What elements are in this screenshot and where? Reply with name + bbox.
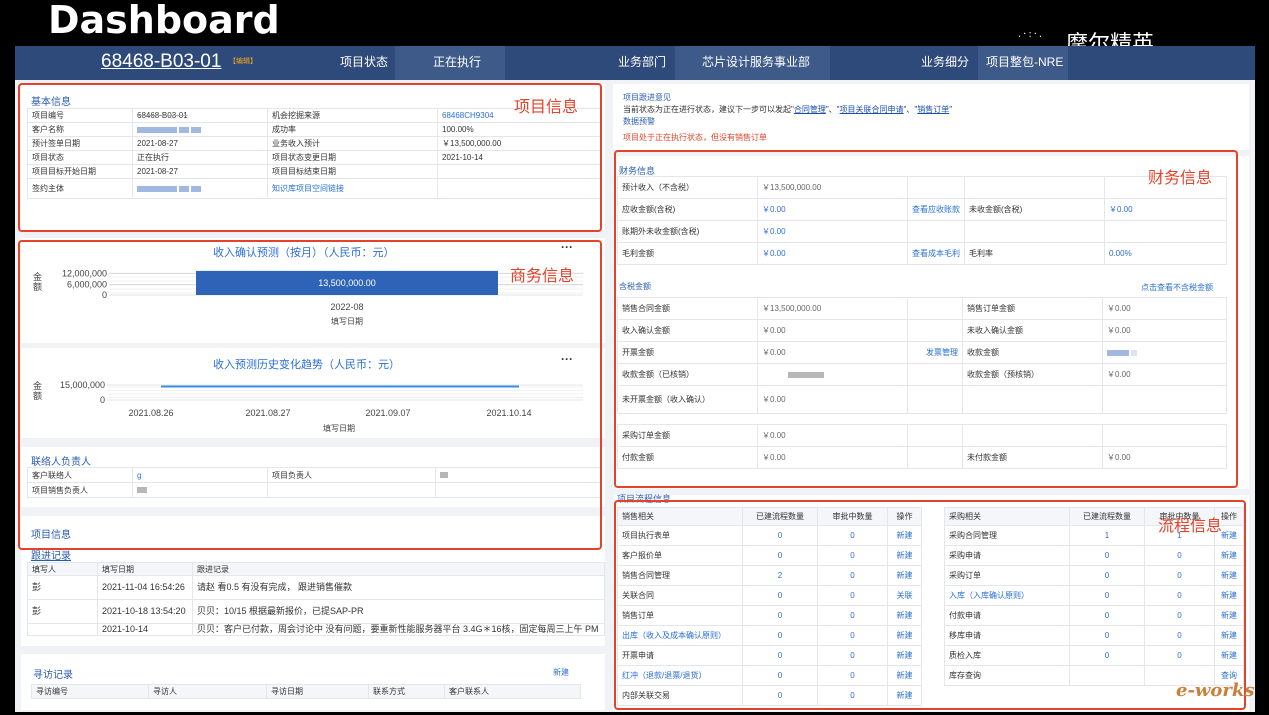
followup-header: 跟进记录 xyxy=(192,562,605,576)
visits-header: 客户联系人 xyxy=(444,684,581,699)
sub-label: 业务细分 xyxy=(921,55,970,69)
warn-title: 数据预警 xyxy=(623,117,655,126)
followup-row: 2021-10-14 贝贝：客户已付款，周会讨论中 没有问题，要重新性能服务器平台… xyxy=(27,623,605,636)
visits-table: 寻访编号 寻访人 寻访日期 联系方式 客户联系人 xyxy=(31,684,581,699)
followup-cell: 请赵 看0.5 有没有完成， 跟进销售催款 xyxy=(192,575,605,600)
contract-link[interactable]: 合同管理 xyxy=(794,105,826,114)
followup-cell: 彭 xyxy=(27,575,98,600)
logo-dots-icon: .·:·. xyxy=(1018,30,1045,40)
visits-new-button[interactable]: 新建 xyxy=(553,667,569,678)
related-contract-link[interactable]: 项目关联合同申请 xyxy=(840,105,904,114)
followup-header: 填写人 xyxy=(27,562,98,576)
business-info-annotation: 商务信息 xyxy=(510,266,575,285)
process-info-annotation: 流程信息 xyxy=(1158,516,1223,535)
followup-cell: 2021-11-04 16:54:26 xyxy=(97,575,193,600)
page-title: Dashboard xyxy=(48,0,280,42)
progress-panel: 项目跟进意见 当前状态为正在进行状态，建议下一步可以发起"合同管理"、"项目关联… xyxy=(613,84,1249,150)
followup-row: 彭 2021-11-04 16:54:26 请赵 看0.5 有没有完成， 跟进销售催… xyxy=(27,575,605,600)
sales-order-link[interactable]: 销售订单 xyxy=(917,105,949,114)
followup-header: 填写日期 xyxy=(97,562,193,576)
dept-value: 芯片设计服务事业部 xyxy=(675,46,830,80)
project-id-link[interactable]: 68468-B03-01 xyxy=(101,46,221,80)
visits-header: 寻访日期 xyxy=(266,684,369,699)
sub-value: 项目整包-NRE xyxy=(978,46,1068,80)
progress-title: 项目跟进意见 xyxy=(623,93,671,102)
followup-cell: 贝贝：客户已付款，周会讨论中 没有问题，要重新性能服务器平台 3.4G＊16核，… xyxy=(192,623,605,636)
watermark-logo: e-works xyxy=(1176,680,1255,701)
visits-header: 寻访编号 xyxy=(31,684,149,699)
followup-cell xyxy=(27,623,98,636)
business-info-highlight xyxy=(18,240,602,550)
followup-table: 填写人 填写日期 跟进记录 彭 2021-11-04 16:54:26 请赵 看0.5 … xyxy=(27,562,605,636)
followup-cell: 2021-10-14 xyxy=(97,623,193,636)
visits-panel: 寻访记录 新建 寻访编号 寻访人 寻访日期 联系方式 客户联系人 xyxy=(21,654,605,710)
progress-advice: 当前状态为正在进行状态，建议下一步可以发起"合同管理"、"项目关联合同申请"、"… xyxy=(623,105,953,114)
visits-title: 寻访记录 xyxy=(33,670,73,681)
status-value: 正在执行 xyxy=(395,46,505,80)
followup-cell: 贝贝：10/15 根据最新报价，已提SAP-PR xyxy=(192,599,605,624)
warn-text: 项目处于正在执行状态，但没有销售订单 xyxy=(623,133,767,142)
process-info-highlight xyxy=(614,500,1246,710)
finance-info-highlight xyxy=(614,150,1238,488)
followup-row: 彭 2021-10-18 13:54:20 贝贝：10/15 根据最新报价，已提SA… xyxy=(27,599,605,624)
project-info-annotation: 项目信息 xyxy=(514,97,579,116)
visits-header: 联系方式 xyxy=(368,684,445,699)
followup-cell: 2021-10-18 13:54:20 xyxy=(97,599,193,624)
project-header-bar: 68468-B03-01 【编辑】 项目状态 正在执行 业务部门 芯片设计服务事… xyxy=(15,46,1255,80)
visits-header: 寻访人 xyxy=(148,684,267,699)
finance-info-annotation: 财务信息 xyxy=(1148,168,1213,187)
dept-label: 业务部门 xyxy=(618,55,667,69)
followup-cell: 彭 xyxy=(27,599,98,624)
status-label: 项目状态 xyxy=(340,55,389,69)
edit-link[interactable]: 【编辑】 xyxy=(229,46,257,80)
